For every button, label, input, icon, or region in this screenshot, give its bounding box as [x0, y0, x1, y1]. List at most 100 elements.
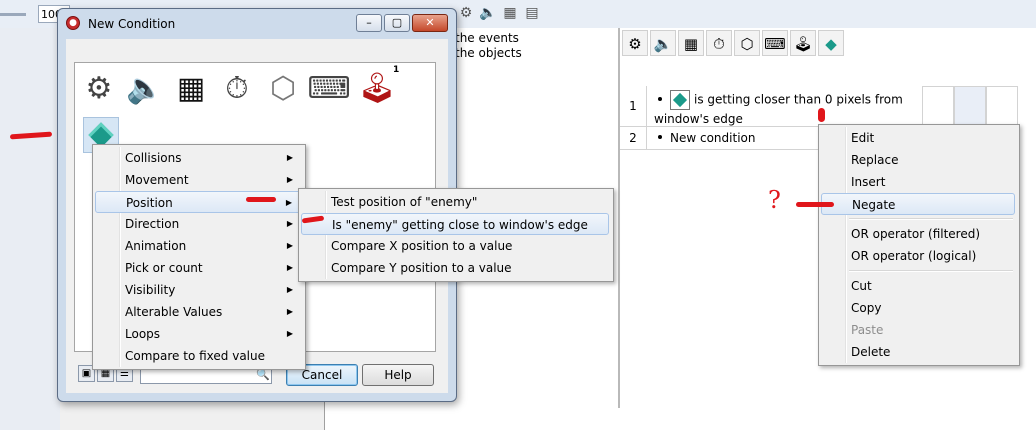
menu-item-label: Animation	[125, 239, 187, 253]
keyboard-mouse-icon[interactable]: ⌨	[762, 30, 788, 56]
submenu-item-label: Test position of "enemy"	[331, 195, 478, 209]
chevron-right-icon: ▶	[286, 153, 293, 162]
minimize-button[interactable]: –	[356, 14, 382, 32]
menu-item[interactable]: Collisions ▶	[95, 147, 301, 169]
chevron-right-icon: ▶	[286, 219, 293, 228]
gear-icon[interactable]: ⚙	[456, 3, 476, 23]
speaker-icon[interactable]: 🔈	[123, 69, 167, 109]
menu-separator	[849, 270, 1013, 272]
box-icon[interactable]: ⬡	[734, 30, 760, 56]
menu-item[interactable]: Pick or count ▶	[95, 257, 301, 279]
event-number: 1	[620, 86, 647, 126]
maximize-button[interactable]: ▢	[384, 14, 410, 32]
event-row[interactable]: 1 is getting closer than 0 pixels from w…	[620, 86, 920, 127]
menu-item-label: Movement	[125, 173, 189, 187]
context-menu-item-paste: Paste	[821, 319, 1015, 341]
annotation-mark	[818, 108, 825, 122]
dialog-title: New Condition	[88, 17, 176, 31]
context-menu-item-insert[interactable]: Insert	[821, 171, 1015, 193]
action-cell[interactable]	[954, 86, 986, 128]
menu-separator	[849, 218, 1013, 220]
submenu-item[interactable]: Is "enemy" getting close to window's edg…	[301, 213, 609, 235]
chevron-right-icon: ▶	[286, 307, 293, 316]
chevron-right-icon: ▶	[285, 198, 292, 207]
context-menu-item-edit[interactable]: Edit	[821, 127, 1015, 149]
menu-item-label: Compare to fixed value	[125, 349, 265, 363]
context-menu-item-replace[interactable]: Replace	[821, 149, 1015, 171]
chevron-right-icon: ▶	[286, 329, 293, 338]
submenu-item-label: Compare X position to a value	[331, 239, 513, 253]
action-cell[interactable]	[986, 86, 1018, 128]
chevron-right-icon: ▶	[286, 263, 293, 272]
menu-item-label: Collisions	[125, 151, 182, 165]
submenu-item-label: Compare Y position to a value	[331, 261, 512, 275]
context-menu-item-label: Copy	[851, 301, 882, 315]
context-menu-item-delete[interactable]: Delete	[821, 341, 1015, 363]
submenu-item-label: Is "enemy" getting close to window's edg…	[332, 218, 588, 232]
chessboard-icon[interactable]: ▦	[500, 3, 520, 23]
menu-item-label: Visibility	[125, 283, 176, 297]
menu-item[interactable]: Compare to fixed value	[95, 345, 301, 367]
position-submenu: Test position of "enemy" Is "enemy" getti…	[298, 188, 614, 282]
condition-context-menu: Edit Replace Insert Negate OR operator (filt…	[818, 124, 1020, 366]
bullet-icon	[658, 135, 662, 139]
menu-item[interactable]: Visibility ▶	[95, 279, 301, 301]
submenu-item[interactable]: Test position of "enemy"	[301, 191, 609, 213]
context-menu-item-or-operator-filtered[interactable]: OR operator (filtered)	[821, 223, 1015, 245]
action-cell[interactable]	[922, 86, 954, 128]
menu-item[interactable]: Loops ▶	[95, 323, 301, 345]
dialog-titlebar[interactable]: ● New Condition – ▢ ✕	[58, 9, 456, 37]
chevron-right-icon: ▶	[286, 285, 293, 294]
help-button[interactable]: Help	[362, 364, 434, 386]
context-menu-item-or-operator-logical[interactable]: OR operator (logical)	[821, 245, 1015, 267]
context-menu-item-cut[interactable]: Cut	[821, 275, 1015, 297]
timer-icon[interactable]: ⏱	[215, 69, 259, 109]
new-condition-text[interactable]: New condition	[670, 131, 755, 145]
app-icon: ●	[66, 16, 80, 30]
box-icon[interactable]: ⬡	[261, 69, 305, 109]
chessboard-icon[interactable]: ▦	[678, 30, 704, 56]
menu-item-label: Position	[126, 196, 173, 210]
submenu-item[interactable]: Compare X position to a value	[301, 235, 609, 257]
header-line-objects: the objects	[455, 46, 522, 60]
speaker-icon[interactable]: 🔈	[650, 30, 676, 56]
menu-item-label: Alterable Values	[125, 305, 223, 319]
grid-icon[interactable]: ▤	[522, 3, 542, 23]
menu-item[interactable]: Alterable Values ▶	[95, 301, 301, 323]
gear-icon[interactable]: ⚙	[77, 69, 121, 109]
timer-icon[interactable]: ⏱	[706, 30, 732, 56]
annotation-mark	[246, 197, 276, 202]
menu-item[interactable]: Position ▶	[95, 191, 301, 213]
context-menu-item-label: Insert	[851, 175, 886, 189]
keyboard-mouse-icon[interactable]: ⌨	[307, 69, 351, 109]
speaker-icon[interactable]: 🔈	[478, 3, 498, 23]
close-button[interactable]: ✕	[412, 14, 448, 32]
menu-item-label: Loops	[125, 327, 161, 341]
chevron-right-icon: ▶	[286, 175, 293, 184]
context-menu-item-label: Replace	[851, 153, 899, 167]
condition-text[interactable]: is getting closer than 0 pixels from	[694, 93, 903, 107]
menu-item[interactable]: Direction ▶	[95, 213, 301, 235]
enemy-gem-icon[interactable]: ◆	[818, 30, 844, 56]
header-line-events: the events	[455, 31, 519, 45]
object-condition-menu: Collisions ▶ Movement ▶ Position ▶ Direction ▶ A…	[92, 144, 306, 370]
event-editor-header: the events the objects	[455, 31, 522, 61]
top-toolbar-icons: ⚙ 🔈 ▦ ▤	[456, 3, 544, 25]
menu-item-label: Pick or count	[125, 261, 203, 275]
menu-item[interactable]: Movement ▶	[95, 169, 301, 191]
joystick-icon[interactable]: 🕹	[790, 30, 816, 56]
submenu-item[interactable]: Compare Y position to a value	[301, 257, 609, 279]
context-menu-item-label: Delete	[851, 345, 891, 359]
gear-icon[interactable]: ⚙	[622, 30, 648, 56]
object-icons-toolbar: ⚙ 🔈 ▦ ⏱ ⬡ ⌨ 🕹 ◆	[622, 30, 846, 60]
context-menu-item-label: Edit	[851, 131, 875, 145]
joystick-icon[interactable]: 🕹	[355, 69, 399, 109]
chessboard-icon[interactable]: ▦	[169, 69, 213, 109]
menu-item[interactable]: Animation ▶	[95, 235, 301, 257]
context-menu-item-negate[interactable]: Negate	[821, 193, 1015, 215]
zoom-slider[interactable]	[0, 13, 26, 16]
condition-text-continued[interactable]: window's edge	[654, 112, 743, 126]
event-number: 2	[620, 127, 647, 149]
context-menu-item-copy[interactable]: Copy	[821, 297, 1015, 319]
column-divider[interactable]	[618, 28, 620, 408]
